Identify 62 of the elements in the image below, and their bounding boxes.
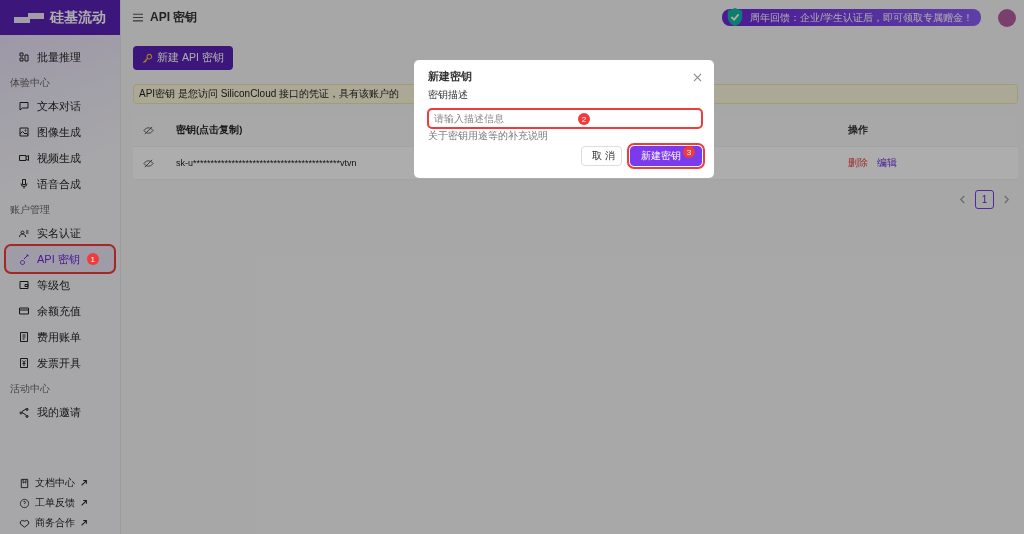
column-header: 密钥(点击复制) — [176, 123, 243, 137]
sidebar-item[interactable]: 发票开具 — [6, 350, 114, 376]
dialog-button[interactable]: 取 消 — [581, 146, 622, 166]
prev-page-icon[interactable] — [959, 195, 966, 204]
section-title: 活动中心 — [9, 382, 51, 396]
item-label: 余额充值 — [37, 303, 81, 319]
item-label: 批量推理 — [37, 49, 81, 65]
item-label: 发票开具 — [37, 355, 81, 371]
sidebar-item[interactable]: 文本对话 — [6, 93, 114, 119]
item-label: 实名认证 — [37, 225, 81, 241]
link-label: 商务合作 — [35, 516, 75, 530]
item-label: 文本对话 — [37, 98, 81, 114]
link-label: 工单反馈 — [35, 496, 75, 510]
eye-off-icon[interactable] — [143, 124, 154, 136]
sidebar-item[interactable]: 图像生成 — [6, 119, 114, 145]
column-header: 操作 — [848, 123, 869, 137]
external-link[interactable]: 工单反馈 — [19, 496, 120, 510]
page-button[interactable]: 1 — [975, 190, 994, 209]
external-arrow-icon — [80, 499, 88, 507]
key-cell[interactable]: sk-u******************************************vtvn — [176, 158, 357, 168]
sidebar-item[interactable]: 我的邀请 — [6, 399, 114, 425]
external-link[interactable]: 文档中心 — [19, 476, 120, 490]
close-icon[interactable] — [693, 72, 702, 82]
item-label: 费用账单 — [37, 329, 81, 345]
promo-text: 周年回馈：企业/学生认证后，即可领取专属赠金！ — [750, 10, 973, 25]
section-title: 体验中心 — [9, 76, 51, 90]
shield-check-icon — [726, 6, 745, 27]
item-label: 图像生成 — [37, 124, 81, 140]
avatar[interactable] — [998, 8, 1016, 27]
sidebar-item[interactable]: 余额充值 — [6, 298, 114, 324]
external-arrow-icon — [80, 519, 88, 527]
eye-off-icon[interactable] — [143, 157, 154, 169]
link-label: 文档中心 — [35, 476, 75, 490]
brand-name: 硅基流动 — [50, 8, 106, 27]
item-label: 视频生成 — [37, 150, 81, 166]
sidebar-item[interactable]: 视频生成 — [6, 145, 114, 171]
step-badge: 3 — [683, 146, 695, 158]
item-label: 语音合成 — [37, 176, 81, 192]
sidebar-item[interactable]: 费用账单 — [6, 324, 114, 350]
item-label: 我的邀请 — [37, 404, 81, 420]
step-badge: 1 — [86, 253, 99, 265]
promo-banner[interactable]: 周年回馈：企业/学生认证后，即可领取专属赠金！ — [722, 9, 981, 26]
sidebar-item[interactable]: 实名认证 — [6, 220, 114, 246]
dialog-title: 新建密钥 — [428, 70, 472, 84]
item-label: API 密钥 — [37, 251, 80, 267]
action-link[interactable]: 编辑 — [877, 156, 897, 170]
page-title: API 密钥 — [150, 9, 198, 26]
sidebar-item[interactable]: 语音合成 — [6, 171, 114, 197]
external-arrow-icon — [80, 479, 88, 487]
next-page-icon[interactable] — [1003, 195, 1010, 204]
section-title: 账户管理 — [9, 203, 51, 217]
key-icon — [142, 52, 153, 64]
logo-icon — [14, 10, 44, 25]
sidebar-item[interactable]: 批量推理 — [6, 44, 114, 70]
dialog-button[interactable]: 新建密钥 3 — [630, 146, 702, 166]
sidebar-item[interactable]: 等级包 — [6, 272, 114, 298]
external-link[interactable]: 商务合作 — [19, 516, 120, 530]
help-text: 关于密钥用途等的补充说明 — [428, 129, 549, 143]
sidebar-item[interactable]: API 密钥 1 — [6, 246, 114, 272]
field-label: 密钥描述 — [428, 89, 469, 102]
item-label: 等级包 — [37, 277, 70, 293]
new-key-button[interactable]: 新建 API 密钥 — [133, 46, 233, 70]
